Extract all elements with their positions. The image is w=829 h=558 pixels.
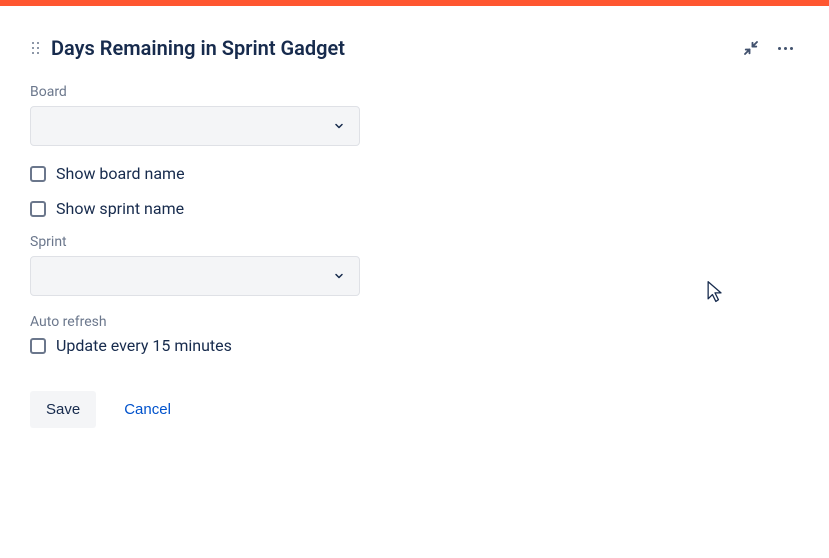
update-every-label: Update every 15 minutes: [56, 336, 232, 355]
board-field-group: Board: [30, 84, 799, 146]
autorefresh-label: Auto refresh: [30, 314, 799, 330]
drag-handle-icon[interactable]: [30, 40, 41, 56]
show-sprint-name-row: Show sprint name: [30, 199, 799, 218]
show-board-name-checkbox[interactable]: [30, 166, 46, 182]
show-board-name-row: Show board name: [30, 164, 799, 183]
more-menu-icon[interactable]: [778, 47, 793, 50]
gadget-title: Days Remaining in Sprint Gadget: [51, 36, 345, 60]
save-button[interactable]: Save: [30, 391, 96, 428]
chevron-down-icon: [333, 270, 345, 282]
sprint-field-group: Sprint: [30, 234, 799, 296]
gadget-header-actions: [742, 39, 799, 57]
cancel-button[interactable]: Cancel: [124, 401, 171, 418]
sprint-select[interactable]: [30, 256, 360, 296]
board-select[interactable]: [30, 106, 360, 146]
show-sprint-name-checkbox[interactable]: [30, 201, 46, 217]
show-sprint-name-label: Show sprint name: [56, 199, 184, 218]
board-label: Board: [30, 84, 799, 100]
show-board-name-label: Show board name: [56, 164, 185, 183]
sprint-label: Sprint: [30, 234, 799, 250]
autorefresh-group: Auto refresh Update every 15 minutes: [30, 314, 799, 355]
action-buttons: Save Cancel: [30, 391, 799, 428]
gadget-header: Days Remaining in Sprint Gadget: [30, 26, 799, 84]
gadget-header-left: Days Remaining in Sprint Gadget: [30, 36, 345, 60]
update-every-checkbox[interactable]: [30, 338, 46, 354]
chevron-down-icon: [333, 120, 345, 132]
gadget-container: Days Remaining in Sprint Gadget Board: [0, 6, 829, 448]
minimize-icon[interactable]: [742, 39, 760, 57]
update-every-row: Update every 15 minutes: [30, 336, 799, 355]
